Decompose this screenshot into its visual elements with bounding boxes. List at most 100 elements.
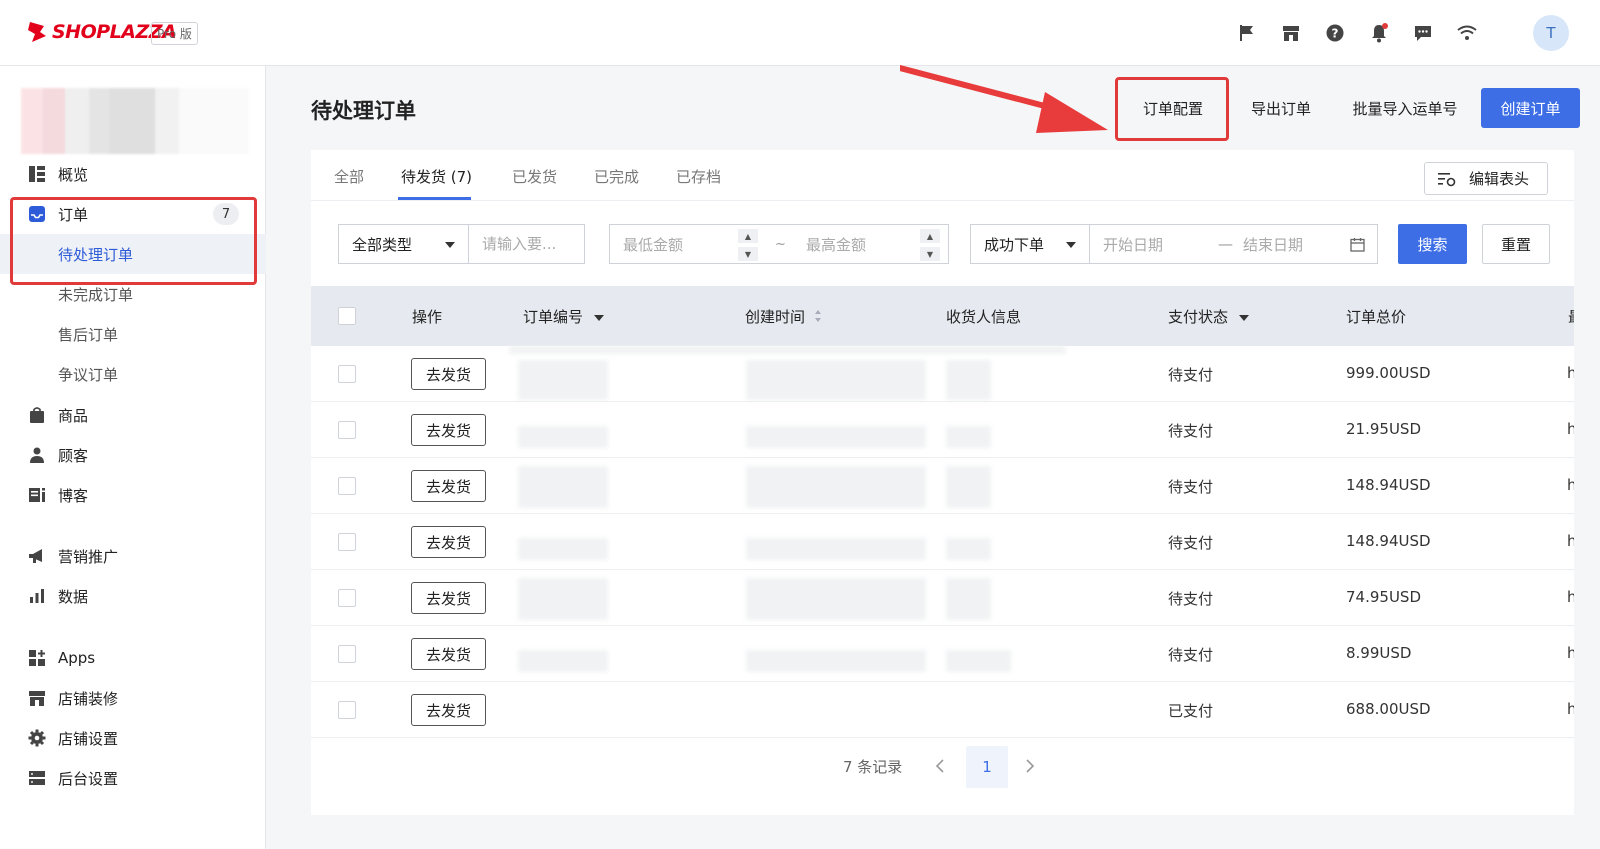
start-date-input[interactable]: 开始日期 — [1103, 234, 1163, 255]
column-header-payment-status[interactable]: 支付状态 — [1168, 306, 1249, 327]
stepper-down-icon[interactable]: ▼ — [920, 247, 940, 261]
date-range-picker[interactable]: 开始日期 — 结束日期 — [1089, 224, 1378, 264]
column-header-total: 订单总价 — [1346, 308, 1407, 326]
next-page-icon[interactable] — [1025, 746, 1035, 786]
sidebar-item-admin-settings[interactable]: 后台设置 — [0, 758, 266, 798]
sidebar-sub-aftersale-orders[interactable]: 售后订单 — [0, 314, 266, 354]
record-count: 7 条记录 — [843, 757, 903, 776]
edit-table-header-button[interactable]: 编辑表头 — [1424, 162, 1548, 195]
sidebar-sub-label: 售后订单 — [58, 325, 119, 344]
sidebar-item-label: 顾客 — [58, 446, 89, 465]
redacted-created-time — [746, 426, 926, 448]
order-count-badge: 7 — [213, 203, 239, 225]
row-checkbox[interactable] — [338, 533, 356, 551]
sidebar-item-label: 店铺装修 — [58, 689, 119, 708]
message-icon[interactable] — [1412, 22, 1434, 44]
row-checkbox[interactable] — [338, 701, 356, 719]
sidebar-sub-unfinished-orders[interactable]: 未完成订单 — [0, 274, 266, 314]
columns-settings-icon — [1437, 171, 1457, 187]
sidebar-item-marketing[interactable]: 营销推广 — [0, 536, 266, 576]
sidebar-sub-dispute-orders[interactable]: 争议订单 — [0, 354, 266, 394]
order-config-button[interactable]: 订单配置 — [1125, 88, 1221, 128]
store-info[interactable] — [21, 88, 249, 154]
order-status-select[interactable]: 成功下单 — [970, 224, 1090, 264]
truncated-cell: ht — [1567, 588, 1574, 606]
max-amount-input[interactable]: 最高金额 — [806, 234, 866, 255]
bulk-import-tracking-button[interactable]: 批量导入运单号 — [1341, 88, 1469, 128]
reset-button[interactable]: 重置 — [1482, 224, 1550, 264]
search-button[interactable]: 搜索 — [1398, 224, 1467, 264]
tab-all[interactable]: 全部 — [334, 166, 364, 200]
ship-button[interactable]: 去发货 — [411, 638, 486, 670]
min-amount-input[interactable]: 最低金额 — [623, 234, 683, 255]
ship-button[interactable]: 去发货 — [411, 582, 486, 614]
row-checkbox[interactable] — [338, 365, 356, 383]
ship-button[interactable]: 去发货 — [411, 694, 486, 726]
sidebar-sub-pending-orders[interactable]: 待处理订单 — [0, 234, 266, 274]
column-header-label: 订单编号 — [523, 308, 584, 326]
truncated-cell: ht — [1567, 700, 1574, 718]
keyword-input[interactable] — [482, 235, 584, 253]
row-checkbox[interactable] — [338, 645, 356, 663]
table-row: 去发货 已支付 688.00USD ht — [311, 682, 1574, 738]
column-header-order-number[interactable]: 订单编号 — [523, 306, 604, 327]
tab-shipped[interactable]: 已发货 — [512, 166, 557, 200]
sidebar-item-overview[interactable]: 概览 — [0, 154, 266, 194]
ship-button[interactable]: 去发货 — [411, 414, 486, 446]
server-icon — [28, 769, 46, 787]
stepper-down-icon[interactable]: ▼ — [738, 247, 758, 261]
tab-pending-shipment[interactable]: 待发货 (7) — [401, 166, 472, 200]
max-amount-stepper[interactable]: ▲ ▼ — [920, 229, 940, 261]
column-header-actions: 操作 — [412, 308, 443, 326]
stepper-up-icon[interactable]: ▲ — [920, 229, 940, 243]
sidebar-item-customers[interactable]: 顾客 — [0, 435, 266, 475]
wifi-icon[interactable] — [1456, 22, 1478, 44]
sidebar-item-analytics[interactable]: 数据 — [0, 576, 266, 616]
sidebar-sub-label: 争议订单 — [58, 365, 119, 384]
end-date-input[interactable]: 结束日期 — [1243, 234, 1303, 255]
store-icon[interactable] — [1280, 22, 1302, 44]
sidebar-item-label: Apps — [58, 649, 96, 667]
sidebar-item-store-settings[interactable]: 店铺设置 — [0, 718, 266, 758]
payment-status: 待支付 — [1168, 534, 1214, 552]
sidebar-item-orders[interactable]: 订单 7 — [0, 194, 266, 234]
tab-completed[interactable]: 已完成 — [594, 166, 639, 200]
row-checkbox[interactable] — [338, 477, 356, 495]
prev-page-icon[interactable] — [935, 746, 945, 786]
column-header-created-time[interactable]: 创建时间 — [745, 306, 822, 327]
page-number-current[interactable]: 1 — [966, 746, 1008, 788]
export-orders-button[interactable]: 导出订单 — [1233, 88, 1329, 128]
sidebar-item-blog[interactable]: 博客 — [0, 475, 266, 515]
row-checkbox[interactable] — [338, 421, 356, 439]
flag-icon[interactable] — [1236, 22, 1258, 44]
ship-button[interactable]: 去发货 — [411, 470, 486, 502]
tab-archived[interactable]: 已存档 — [676, 166, 721, 200]
bell-icon[interactable] — [1368, 22, 1390, 44]
row-checkbox[interactable] — [338, 589, 356, 607]
payment-status: 待支付 — [1168, 422, 1214, 440]
sidebar-item-products[interactable]: 商品 — [0, 395, 266, 435]
sidebar-item-label: 后台设置 — [58, 769, 119, 788]
payment-status: 已支付 — [1168, 702, 1214, 720]
help-icon[interactable]: ? — [1324, 22, 1346, 44]
select-all-checkbox[interactable] — [338, 307, 356, 325]
create-order-button[interactable]: 创建订单 — [1481, 88, 1580, 128]
date-separator: — — [1218, 235, 1233, 253]
amount-range: 最低金额 ▲ ▼ ~ 最高金额 ▲ ▼ — [609, 224, 949, 264]
ship-button[interactable]: 去发货 — [411, 358, 486, 390]
svg-text:?: ? — [1332, 27, 1339, 41]
sidebar-item-theme[interactable]: 店铺装修 — [0, 678, 266, 718]
avatar[interactable]: T — [1533, 15, 1569, 51]
ship-button[interactable]: 去发货 — [411, 526, 486, 558]
stepper-up-icon[interactable]: ▲ — [738, 229, 758, 243]
min-amount-stepper[interactable]: ▲ ▼ — [738, 229, 758, 261]
column-header-label: 支付状态 — [1168, 308, 1229, 326]
redacted-recipient — [946, 360, 991, 400]
order-type-select[interactable]: 全部类型 — [338, 224, 469, 264]
active-tab-indicator — [398, 197, 471, 200]
sort-caret-down-icon — [593, 314, 604, 321]
table-row: 去发货 待支付 999.00USD ht — [311, 346, 1574, 402]
redacted-created-time — [746, 538, 926, 560]
sidebar-item-apps[interactable]: Apps — [0, 638, 266, 678]
payment-status: 待支付 — [1168, 646, 1214, 664]
